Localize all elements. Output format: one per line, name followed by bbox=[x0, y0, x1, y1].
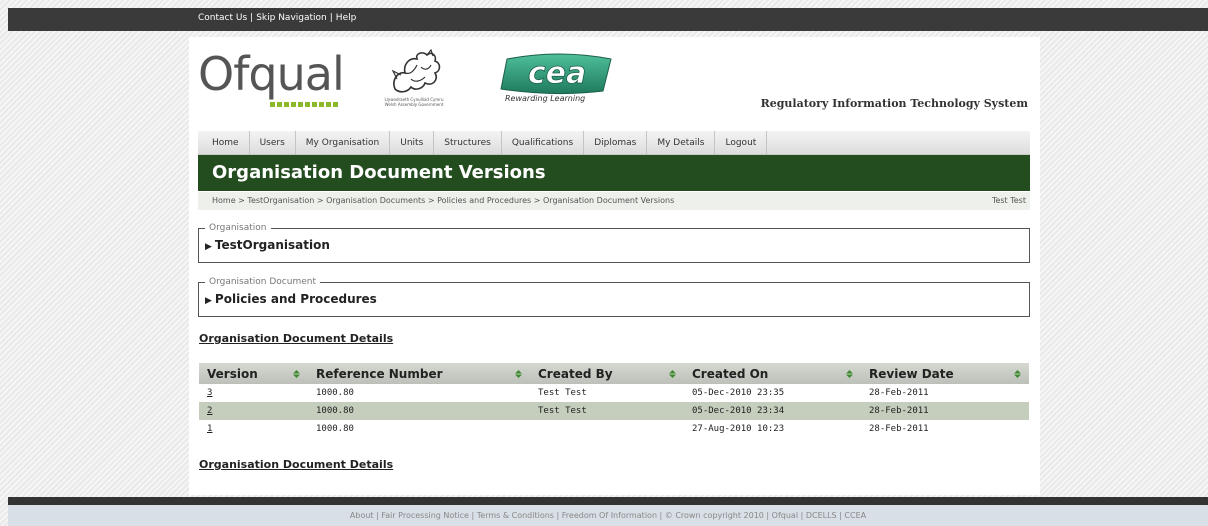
created-on-cell: 05-Dec-2010 23:35 bbox=[692, 388, 785, 398]
welsh-government-logo: Llywodraeth Cynulliad Cymru Welsh Assemb… bbox=[381, 48, 447, 111]
review-date-cell: 28-Feb-2011 bbox=[861, 402, 1029, 420]
sort-arrow-icon bbox=[515, 370, 522, 378]
cea-logo: cea Rewarding Learning bbox=[499, 51, 617, 111]
nav-qualifications[interactable]: Qualifications bbox=[502, 130, 585, 155]
created-by-cell bbox=[530, 420, 684, 438]
nav-diplomas[interactable]: Diplomas bbox=[584, 130, 648, 155]
reference-cell: 1000.80 bbox=[308, 402, 530, 420]
column-created-by[interactable]: Created By bbox=[530, 363, 684, 384]
breadcrumb: Home > TestOrganisation > Organisation D… bbox=[198, 192, 1030, 210]
column-version[interactable]: Version bbox=[199, 363, 308, 384]
sort-arrow-icon bbox=[293, 370, 300, 378]
expand-triangle-icon: ▶ bbox=[205, 242, 212, 252]
organisation-toggle[interactable]: ▶ TestOrganisation bbox=[205, 238, 1023, 252]
created-by-cell: Test Test bbox=[530, 402, 684, 420]
table-row: 1 1000.80 27-Aug-2010 10:23 28-Feb-2011 bbox=[199, 420, 1029, 438]
top-utility-bar: Contact Us | Skip Navigation | Help bbox=[8, 8, 1208, 31]
version-link[interactable]: 2 bbox=[199, 402, 308, 420]
version-link[interactable]: 1 bbox=[199, 420, 308, 438]
column-created-on[interactable]: Created On bbox=[684, 363, 861, 384]
table-header-row: Version Reference Number Created By Crea… bbox=[199, 363, 1029, 384]
sort-arrow-icon bbox=[1014, 370, 1021, 378]
nav-my-details[interactable]: My Details bbox=[647, 130, 716, 155]
created-by-cell: Test Test bbox=[538, 388, 587, 398]
cea-logo-text: cea bbox=[528, 56, 586, 91]
utility-links: Contact Us | Skip Navigation | Help bbox=[198, 13, 357, 23]
logged-in-user: Test Test bbox=[991, 196, 1026, 205]
document-details-link-top[interactable]: Organisation Document Details bbox=[199, 332, 393, 345]
cea-tagline: Rewarding Learning bbox=[505, 94, 586, 103]
column-review-date[interactable]: Review Date bbox=[861, 363, 1029, 384]
review-date-cell: 28-Feb-2011 bbox=[869, 388, 929, 398]
created-on-cell: 27-Aug-2010 10:23 bbox=[692, 424, 785, 434]
organisation-panel: Organisation ▶ TestOrganisation bbox=[198, 223, 1030, 263]
contact-us-link[interactable]: Contact Us bbox=[198, 13, 247, 23]
organisation-legend: Organisation bbox=[209, 223, 267, 233]
breadcrumb-path[interactable]: Home > TestOrganisation > Organisation D… bbox=[212, 196, 674, 205]
document-name: Policies and Procedures bbox=[214, 292, 377, 306]
document-panel: Organisation Document ▶ Policies and Proc… bbox=[198, 277, 1030, 317]
page-title: Organisation Document Versions bbox=[198, 155, 1030, 191]
dragon-logo-icon bbox=[391, 48, 441, 93]
nav-home[interactable]: Home bbox=[202, 130, 250, 155]
expand-triangle-icon: ▶ bbox=[205, 296, 212, 306]
versions-table: Version Reference Number Created By Crea… bbox=[199, 363, 1029, 438]
document-details-link-bottom[interactable]: Organisation Document Details bbox=[199, 458, 393, 471]
nav-structures[interactable]: Structures bbox=[434, 130, 502, 155]
column-reference-number[interactable]: Reference Number bbox=[308, 363, 530, 384]
version-link[interactable]: 3 bbox=[199, 384, 308, 402]
table-row: 3 1000.80 Test Test 05-Dec-2010 23:35 28… bbox=[199, 384, 1029, 402]
review-date-cell: 28-Feb-2011 bbox=[869, 424, 929, 434]
organisation-name: TestOrganisation bbox=[214, 238, 330, 252]
created-on-cell: 05-Dec-2010 23:34 bbox=[684, 402, 861, 420]
document-toggle[interactable]: ▶ Policies and Procedures bbox=[205, 292, 1023, 306]
document-legend: Organisation Document bbox=[209, 277, 316, 287]
footer-links[interactable]: About | Fair Processing Notice | Terms &… bbox=[8, 505, 1208, 526]
nav-units[interactable]: Units bbox=[390, 130, 435, 155]
sort-arrow-icon bbox=[846, 370, 853, 378]
nav-my-organisation[interactable]: My Organisation bbox=[296, 130, 391, 155]
help-link[interactable]: Help bbox=[336, 13, 357, 23]
page-container: Ofqual Llywodraeth Cynulliad Cymru Welsh… bbox=[189, 37, 1040, 495]
ofqual-logo[interactable]: Ofqual bbox=[198, 49, 348, 111]
nav-users[interactable]: Users bbox=[250, 130, 296, 155]
skip-navigation-link[interactable]: Skip Navigation bbox=[256, 13, 327, 23]
cea-logo-graphic: cea bbox=[500, 53, 612, 95]
nav-logout[interactable]: Logout bbox=[715, 130, 768, 155]
ofqual-logo-dots bbox=[270, 102, 338, 107]
table-row: 2 1000.80 Test Test 05-Dec-2010 23:34 28… bbox=[199, 402, 1029, 420]
main-navigation: Home Users My Organisation Units Structu… bbox=[198, 130, 1030, 155]
reference-cell: 1000.80 bbox=[316, 388, 354, 398]
sort-arrow-icon bbox=[669, 370, 676, 378]
welsh-logo-subtext: Llywodraeth Cynulliad Cymru Welsh Assemb… bbox=[384, 97, 444, 107]
reference-cell: 1000.80 bbox=[316, 424, 354, 434]
ofqual-logo-text: Ofqual bbox=[198, 47, 345, 101]
footer-divider bbox=[8, 497, 1208, 505]
system-title: Regulatory Information Technology System bbox=[760, 97, 1028, 110]
